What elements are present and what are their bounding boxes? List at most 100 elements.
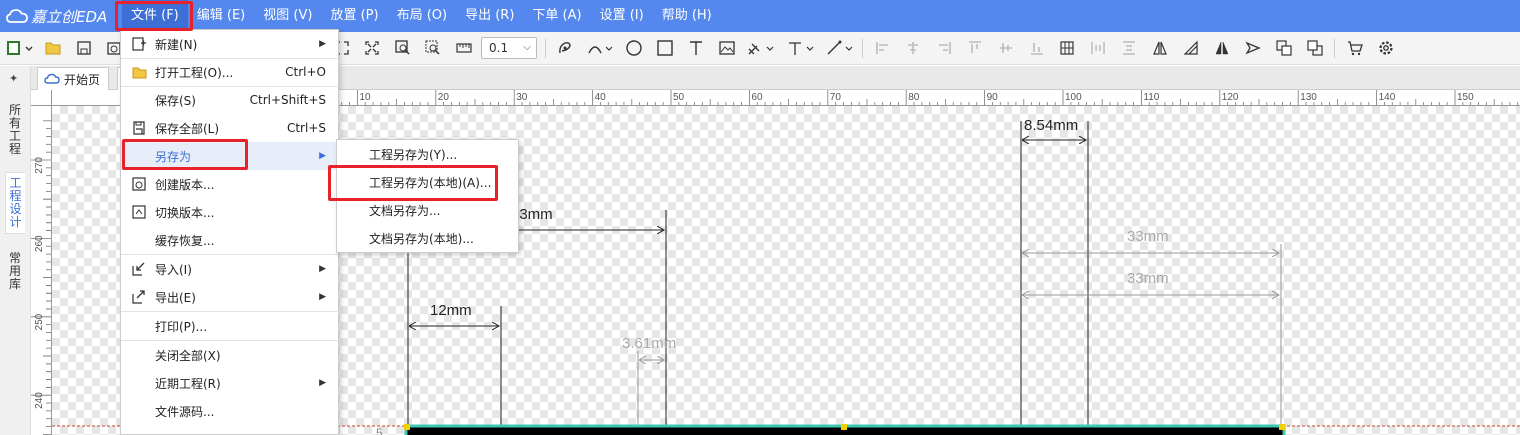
file-menu-close-all[interactable]: 关闭全部(X) <box>121 341 338 369</box>
ruler-top-label: 30 <box>516 92 528 103</box>
menu-label: 保存全部(L) <box>155 121 220 136</box>
rect-icon[interactable] <box>655 38 675 58</box>
flip-h-icon[interactable] <box>1150 38 1170 58</box>
menu-label: 新建(N) <box>155 37 198 52</box>
mirror-icon[interactable] <box>1212 38 1232 58</box>
file-menu-open-project[interactable]: 打开工程(O)... Ctrl+O <box>121 58 338 86</box>
image-icon[interactable] <box>717 38 737 58</box>
measure-icon[interactable] <box>454 38 474 58</box>
cart-icon[interactable] <box>1345 38 1365 58</box>
tab-home[interactable]: 开始页 <box>37 67 110 90</box>
file-menu-new[interactable]: 新建(N) ▶ <box>121 30 338 58</box>
dim-label-33-gray-2[interactable]: 33mm <box>1127 270 1169 287</box>
pin-icon[interactable]: ✦ <box>9 72 18 85</box>
chevron-right-icon: ▶ <box>319 292 326 302</box>
ruler-top-label: 130 <box>1300 92 1317 103</box>
toolbar-divider <box>545 39 546 58</box>
dim-label-8-54[interactable]: 8.54mm <box>1024 117 1078 134</box>
settings-icon[interactable] <box>1376 38 1396 58</box>
board-handle[interactable] <box>841 424 847 430</box>
group-icon[interactable] <box>1274 38 1294 58</box>
align-middle-icon <box>996 38 1016 58</box>
menu-label: 打印(P)... <box>155 319 208 334</box>
menu-order[interactable]: 下单 (A) <box>523 0 590 32</box>
submenu-project-save-as-local[interactable]: 工程另存为(本地)(A)... <box>337 169 518 197</box>
menu-label: 切换版本... <box>155 205 215 220</box>
menu-label: 缓存恢复... <box>155 233 215 248</box>
ruler-left-label: 240 <box>34 392 45 409</box>
grid-icon[interactable] <box>1057 38 1077 58</box>
sidebar-tab-project-design[interactable]: 工程设计 <box>5 172 25 234</box>
ruler-top-label: 20 <box>438 92 450 103</box>
zoom-select[interactable]: 0.1 ⌵ <box>481 37 537 59</box>
file-menu-import[interactable]: 导入(I) ▶ <box>121 255 338 283</box>
fit-all-icon[interactable] <box>362 38 382 58</box>
cloud-icon <box>44 73 60 84</box>
menu-place[interactable]: 放置 (P) <box>321 0 387 32</box>
menu-layout[interactable]: 布局 (O) <box>388 0 457 32</box>
submenu-project-save-as[interactable]: 工程另存为(Y)... <box>337 141 518 169</box>
file-menu-cache-restore[interactable]: 缓存恢复... <box>121 226 338 254</box>
text-icon[interactable] <box>686 38 706 58</box>
circle-icon[interactable] <box>624 38 644 58</box>
switch-version-icon <box>131 204 147 220</box>
app-logo[interactable]: 嘉立创EDA <box>0 0 120 32</box>
pen-icon[interactable] <box>555 38 575 58</box>
file-menu-export[interactable]: 导出(E) ▶ <box>121 283 338 311</box>
sidebar-tab-all-projects[interactable]: 所有工程 <box>5 104 25 160</box>
menu-settings[interactable]: 设置 (I) <box>591 0 653 32</box>
folder-icon <box>131 64 147 80</box>
chevron-right-icon: ▶ <box>319 39 326 49</box>
create-version-icon <box>131 176 147 192</box>
file-menu-dropdown: 新建(N) ▶ 打开工程(O)... Ctrl+O 保存(S) Ctrl+Shi… <box>120 29 339 435</box>
board-handle[interactable] <box>1279 424 1285 430</box>
angle-icon[interactable] <box>786 38 816 58</box>
ungroup-icon[interactable] <box>1305 38 1325 58</box>
ruler-top-label: 110 <box>1143 92 1159 103</box>
dim-label-33-gray-1[interactable]: 33mm <box>1127 228 1169 245</box>
dim-label-12[interactable]: 12mm <box>430 302 472 319</box>
new-doc-icon[interactable] <box>5 38 35 58</box>
file-menu-print[interactable]: 打印(P)... <box>121 312 338 340</box>
file-menu-source[interactable]: 文件源码... <box>121 397 338 425</box>
file-menu-recent[interactable]: 近期工程(R) ▶ <box>121 369 338 397</box>
chevron-right-icon: ▶ <box>319 378 326 388</box>
submenu-document-save-as[interactable]: 文档另存为... <box>337 197 518 225</box>
submenu-document-save-as-local[interactable]: 文档另存为(本地)... <box>337 225 518 253</box>
chevron-right-icon: ▶ <box>319 264 326 274</box>
sidebar-tab-common-library[interactable]: 常用库 <box>5 252 25 296</box>
menu-label: 近期工程(R) <box>155 376 221 391</box>
ruler-top-label: 140 <box>1379 92 1396 103</box>
distribute-h-icon <box>1088 38 1108 58</box>
board-handle[interactable] <box>404 424 410 430</box>
chevron-down-icon: ⌵ <box>523 42 531 53</box>
ruler-top-label: 150 <box>1457 92 1474 103</box>
ruler-top-label: 50 <box>673 92 685 103</box>
zoom-select-icon[interactable] <box>423 38 443 58</box>
file-menu-save-all[interactable]: 保存全部(L) Ctrl+S <box>121 114 338 142</box>
flip-v-icon[interactable] <box>1181 38 1201 58</box>
folder-icon[interactable] <box>43 38 63 58</box>
file-menu-create-version[interactable]: 创建版本... <box>121 170 338 198</box>
menu-view[interactable]: 视图 (V) <box>254 0 321 32</box>
menu-file[interactable]: 文件 (F) <box>122 0 188 32</box>
ruler-left: 270 260 250 240 <box>31 106 52 435</box>
menu-edit[interactable]: 编辑 (E) <box>188 0 255 32</box>
menu-label: 导入(I) <box>155 262 192 277</box>
toolbar-divider <box>862 39 863 58</box>
file-menu-save[interactable]: 保存(S) Ctrl+Shift+S <box>121 86 338 114</box>
save-icon[interactable] <box>74 38 94 58</box>
arc-icon[interactable] <box>586 38 614 58</box>
menu-export[interactable]: 导出 (R) <box>456 0 523 32</box>
zoom-area-icon[interactable] <box>393 38 413 58</box>
send-icon[interactable] <box>1243 38 1263 58</box>
dimension-icon[interactable] <box>746 38 776 58</box>
menu-help[interactable]: 帮助 (H) <box>653 0 721 32</box>
ruler-top-label: 40 <box>595 92 607 103</box>
file-menu-save-as[interactable]: 另存为 ▶ <box>121 142 338 170</box>
line-icon[interactable] <box>825 38 855 58</box>
align-right-icon <box>934 38 954 58</box>
file-menu-switch-version[interactable]: 切换版本... <box>121 198 338 226</box>
menu-shortcut: Ctrl+S <box>286 121 326 135</box>
dim-label-3-61[interactable]: 3.61mm <box>622 335 676 352</box>
